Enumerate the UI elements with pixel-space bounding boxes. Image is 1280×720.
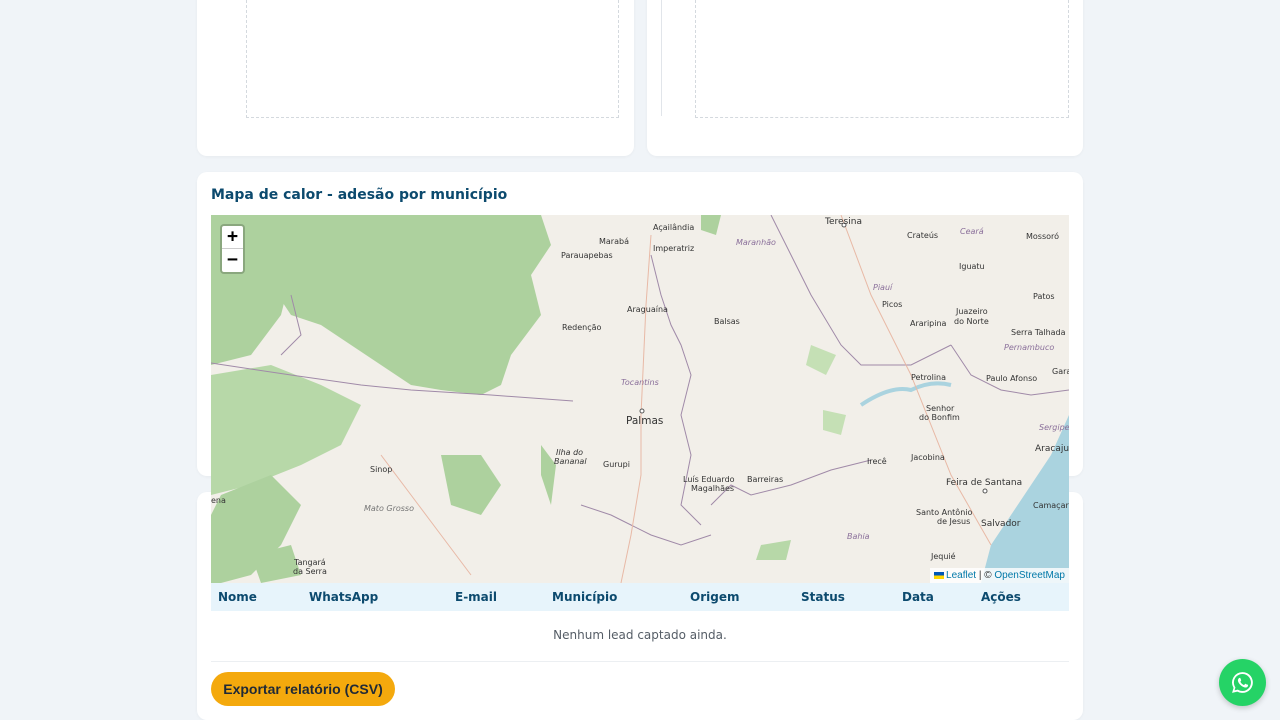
map-label-balsas: Balsas (714, 317, 740, 326)
zoom-control: + − (220, 224, 245, 274)
leaflet-link[interactable]: Leaflet (946, 570, 976, 581)
map-label-irece: Irecê (867, 457, 887, 466)
table-divider (211, 661, 1069, 662)
map-label-patos: Patos (1033, 292, 1055, 301)
map-label-salvador: Salvador (981, 519, 1021, 529)
column-header-email: E-mail (455, 590, 498, 604)
column-header-municipio: Município (552, 590, 618, 604)
map-label-santo-antonio-2: de Jesus (937, 517, 971, 526)
map-attribution: Leaflet | © OpenStreetMap (930, 568, 1069, 583)
map-label-serra-talhada: Serra Talhada (1011, 328, 1066, 337)
map-label-gara: Gara (1052, 367, 1069, 376)
map-label-senhor-1: Senhor (926, 404, 955, 413)
column-header-status: Status (801, 590, 845, 604)
map-label-gurupi: Gurupi (603, 460, 630, 469)
zoom-in-button[interactable]: + (222, 226, 243, 249)
map-label-araguaina: Araguaína (627, 305, 668, 314)
map-label-redencao: Redenção (562, 323, 602, 332)
whatsapp-floating-button[interactable] (1219, 659, 1266, 706)
map-label-maranhao: Maranhão (736, 238, 776, 247)
map-label-aracaju: Aracaju (1035, 444, 1069, 454)
column-header-nome: Nome (218, 590, 257, 604)
map-label-juazeiro-2: do Norte (954, 317, 989, 326)
whatsapp-icon (1232, 672, 1253, 693)
empty-table-message: Nenhum lead captado ainda. (553, 628, 727, 642)
map-label-crateus: Crateús (907, 231, 939, 240)
map-label-tangara-2: da Serra (293, 567, 327, 576)
map-label-imperatriz: Imperatriz (653, 244, 695, 253)
map-label-camacari: Camaçari (1033, 501, 1069, 510)
map-label-araripina: Araripina (910, 319, 947, 328)
column-header-origem: Origem (690, 590, 740, 604)
map-label-senhor-2: do Bonfim (919, 413, 960, 422)
map-label-ceara: Ceará (960, 227, 984, 236)
chart-card-left (197, 0, 634, 156)
map-label-piaui: Piauí (873, 283, 893, 292)
map-label-feira: Feira de Santana (946, 478, 1023, 488)
map-label-mossoro: Mossoró (1026, 232, 1060, 241)
map-label-barreiras: Barreiras (747, 475, 784, 484)
map-label-mato-grosso: Mato Grosso (364, 504, 414, 513)
map-label-jacobina: Jacobina (911, 453, 945, 462)
column-header-acoes: Ações (981, 590, 1021, 604)
column-header-whatsapp: WhatsApp (309, 590, 379, 604)
map-tiles (211, 215, 1069, 583)
map-label-bahia: Bahia (847, 532, 870, 541)
map-label-iguatu: Iguatu (959, 262, 985, 271)
map-label-tangara-1: Tangará (294, 558, 326, 567)
map-label-petrolina: Petrolina (911, 373, 947, 382)
map-label-ilha-2: Bananal (554, 457, 587, 466)
ukraine-flag-icon (934, 571, 945, 579)
map-label-palmas: Palmas (626, 415, 664, 427)
map-label-acailandia: Açailândia (653, 223, 695, 232)
map-label-sinop: Sinop (370, 465, 393, 474)
heatmap-title: Mapa de calor - adesão por município (211, 187, 508, 203)
map-label-santo-antonio-1: Santo Antônio (916, 508, 973, 517)
chart-placeholder-right (695, 0, 1069, 118)
map-label-parauapebas: Parauapebas (561, 251, 613, 260)
map-label-pernambuco: Pernambuco (1004, 343, 1055, 352)
chart-card-right (647, 0, 1083, 156)
map-label-luis-eduardo-2: Magalhães (691, 484, 735, 493)
osm-link[interactable]: OpenStreetMap (994, 570, 1065, 581)
leads-table-header: Nome WhatsApp E-mail Município Origem St… (211, 583, 1069, 611)
attribution-separator: | © (976, 570, 995, 581)
chart-axis-line (661, 0, 662, 116)
map-label-picos: Picos (882, 300, 903, 309)
map-label-teresina: Teresina (825, 217, 862, 227)
map-label-jena: ena (211, 496, 226, 505)
map-label-paulo-afonso: Paulo Afonso (986, 374, 1038, 383)
map-label-luis-eduardo-1: Luís Eduardo (683, 475, 735, 484)
zoom-out-button[interactable]: − (222, 249, 243, 272)
column-header-data: Data (902, 590, 934, 604)
heatmap-map[interactable]: Teresina Açailândia Marabá Imperatriz Ma… (211, 215, 1069, 583)
map-label-maraba: Marabá (599, 237, 629, 246)
map-label-jequie: Jequié (931, 552, 956, 561)
map-label-juazeiro-1: Juazeiro (956, 307, 988, 316)
map-label-ilha-1: Ilha do (556, 448, 584, 457)
export-csv-button[interactable]: Exportar relatório (CSV) (211, 672, 395, 706)
map-label-tocantins: Tocantins (621, 378, 659, 387)
map-label-sergipe: Sergipe (1039, 423, 1069, 432)
chart-placeholder-left (246, 0, 619, 118)
